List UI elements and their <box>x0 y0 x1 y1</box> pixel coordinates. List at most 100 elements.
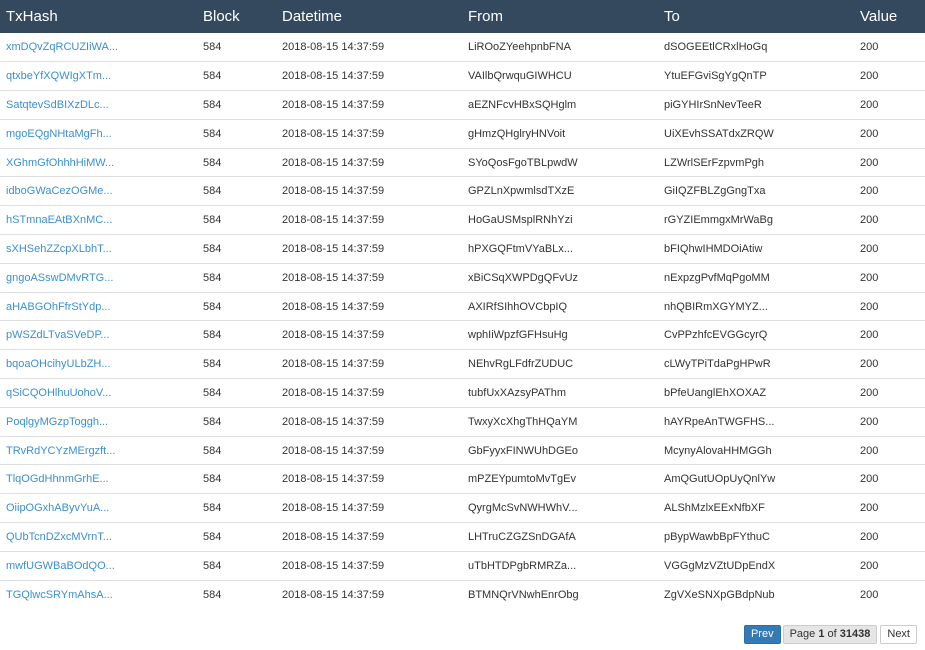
txhash-cell: hSTmnaEAtBXnMC... <box>0 205 197 236</box>
datetime-cell: 2018-08-15 14:37:59 <box>276 464 462 495</box>
from-cell: LHTruCZGZSnDGAfA <box>462 522 658 552</box>
txhash-cell: PoqlgyMGzpToggh... <box>0 407 197 437</box>
from-cell: BTMNQrVNwhEnrObg <box>468 588 579 601</box>
to-cell: VGGgMzVZtUDpEndX <box>658 551 854 581</box>
value-cell: 200 <box>854 436 925 466</box>
txhash-link[interactable]: idboGWaCezOGMe... <box>6 185 113 197</box>
txhash-cell: TGQlwcSRYmAhsA... <box>0 580 197 609</box>
block-cell: 584 <box>197 119 276 149</box>
txhash-cell: TRvRdYCYzMErgzft... <box>0 436 197 466</box>
value-cell: 200 <box>854 378 925 408</box>
from-cell: QyrgMcSvNWHWhV... <box>462 493 658 524</box>
txhash-link[interactable]: PoqlgyMGzpToggh... <box>6 416 108 428</box>
from-cell: AXIRfSIhhOVCbpIQ <box>462 292 658 322</box>
txhash-link[interactable]: OiipOGxhAByvYuA... <box>6 502 109 514</box>
from-cell: TwxyXcXhgThHQaYM <box>462 407 658 437</box>
column-header-from: From <box>468 8 503 25</box>
to-cell: LZWrlSErFzpvmPgh <box>658 148 854 178</box>
table-row: QUbTcnDZxcMVrnT... 584 2018-08-15 14:37:59… <box>0 522 925 552</box>
page-word: Page <box>789 628 816 640</box>
table-row: TGQlwcSRYmAhsA... 584 2018-08-15 14:37:59 B… <box>0 580 925 609</box>
datetime-cell: 2018-08-15 14:37:59 <box>276 61 462 92</box>
from-cell: NEhvRgLFdfrZUDUC <box>462 349 658 380</box>
column-header-value: Value <box>860 8 898 25</box>
txhash-cell: qSiCQOHlhuUohoV... <box>0 378 197 408</box>
datetime-cell: 2018-08-15 14:37:59 <box>276 320 462 351</box>
table-row: PoqlgyMGzpToggh... 584 2018-08-15 14:37:59… <box>0 407 925 437</box>
txhash-link[interactable]: mwfUGWBaBOdQO... <box>6 560 115 572</box>
from-cell: aEZNFcvHBxSQHglm <box>462 90 658 120</box>
value-cell: 200 <box>854 119 925 149</box>
table-row: bqoaOHcihyULbZH... 584 2018-08-15 14:37:59… <box>0 349 925 380</box>
column-header-to: To <box>664 8 680 25</box>
txhash-link[interactable]: pWSZdLTvaSVeDP... <box>6 329 110 341</box>
table-row: hSTmnaEAtBXnMC... 584 2018-08-15 14:37:59 H… <box>0 205 925 236</box>
txhash-link[interactable]: qtxbeYfXQWIgXTm... <box>6 70 111 82</box>
table-row: OiipOGxhAByvYuA... 584 2018-08-15 14:37:59… <box>0 493 925 524</box>
txhash-cell: QUbTcnDZxcMVrnT... <box>0 522 197 552</box>
txhash-link[interactable]: XGhmGfOhhhHiMW... <box>6 157 114 169</box>
txhash-link[interactable]: sXHSehZZcpXLbhT... <box>6 243 112 255</box>
datetime-cell: 2018-08-15 14:37:59 <box>276 378 462 408</box>
to-cell: hAYRpeAnTWGFHS... <box>658 407 854 437</box>
datetime-cell: 2018-08-15 14:37:59 <box>276 292 462 322</box>
to-cell: piGYHIrSnNevTeeR <box>658 90 854 120</box>
prev-button[interactable]: Prev <box>743 625 781 644</box>
to-cell: ALShMzlxEExNfbXF <box>658 493 854 524</box>
txhash-cell: OiipOGxhAByvYuA... <box>0 493 197 524</box>
value-cell: 200 <box>854 90 925 120</box>
datetime-cell: 2018-08-15 14:37:59 <box>282 588 385 601</box>
txhash-cell: idboGWaCezOGMe... <box>0 176 197 207</box>
txhash-link[interactable]: QUbTcnDZxcMVrnT... <box>6 531 112 543</box>
from-cell: hPXGQFtmVYaBLx... <box>462 234 658 264</box>
to-cell: pBypWawbBpFYthuC <box>658 522 854 552</box>
table-row: xmDQvZqRCUZIiWA... 584 2018-08-15 14:37:59… <box>0 33 925 63</box>
txhash-cell: xmDQvZqRCUZIiWA... <box>0 33 197 63</box>
column-header-txhash: TxHash <box>6 8 58 25</box>
block-cell: 584 <box>197 436 276 466</box>
total-pages: 31438 <box>839 628 871 640</box>
block-cell: 584 <box>197 176 276 207</box>
datetime-cell: 2018-08-15 14:37:59 <box>276 407 462 437</box>
to-cell: rGYZIEmmgxMrWaBg <box>658 205 854 236</box>
txhash-cell: bqoaOHcihyULbZH... <box>0 349 197 380</box>
txhash-link[interactable]: qSiCQOHlhuUohoV... <box>6 387 111 399</box>
value-cell: 200 <box>854 407 925 437</box>
current-page: 1 <box>818 628 825 640</box>
table-row: mgoEQgNHtaMgFh... 584 2018-08-15 14:37:59 g… <box>0 119 925 149</box>
txhash-link[interactable]: hSTmnaEAtBXnMC... <box>6 214 112 226</box>
to-cell: cLWyTPiTdaPgHPwR <box>658 349 854 380</box>
value-cell: 200 <box>854 148 925 178</box>
txhash-cell: qtxbeYfXQWIgXTm... <box>0 61 197 92</box>
table-row: qSiCQOHlhuUohoV... 584 2018-08-15 14:37:59… <box>0 378 925 408</box>
value-cell: 200 <box>860 588 879 601</box>
from-cell: mPZEYpumtoMvTgEv <box>462 464 658 495</box>
txhash-link[interactable]: xmDQvZqRCUZIiWA... <box>6 41 118 53</box>
txhash-link[interactable]: bqoaOHcihyULbZH... <box>6 358 111 370</box>
table-row: TRvRdYCYzMErgzft... 584 2018-08-15 14:37:5… <box>0 436 925 466</box>
next-button[interactable]: Next <box>880 625 917 644</box>
from-cell: xBiCSqXWPDgQFvUz <box>462 263 658 293</box>
txhash-link[interactable]: TGQlwcSRYmAhsA... <box>6 589 113 601</box>
table-row: SatqtevSdBIXzDLc... 584 2018-08-15 14:37:5… <box>0 90 925 120</box>
block-cell: 584 <box>197 33 276 63</box>
from-cell: VAIlbQrwquGIWHCU <box>462 61 658 92</box>
block-cell: 584 <box>203 588 222 601</box>
from-cell: GPZLnXpwmlsdTXzE <box>462 176 658 207</box>
txhash-link[interactable]: TRvRdYCYzMErgzft... <box>6 445 115 457</box>
value-cell: 200 <box>854 176 925 207</box>
txhash-link[interactable]: TlqOGdHhnmGrhE... <box>6 473 109 485</box>
txhash-link[interactable]: aHABGOhFfrStYdp... <box>6 301 111 313</box>
txhash-link[interactable]: SatqtevSdBIXzDLc... <box>6 99 109 111</box>
block-cell: 584 <box>197 522 276 552</box>
block-cell: 584 <box>197 493 276 524</box>
txhash-link[interactable]: gngoASswDMvRTG... <box>6 272 113 284</box>
txhash-link[interactable]: mgoEQgNHtaMgFh... <box>6 128 112 140</box>
block-cell: 584 <box>197 234 276 264</box>
datetime-cell: 2018-08-15 14:37:59 <box>276 263 462 293</box>
txhash-cell: mgoEQgNHtaMgFh... <box>0 119 197 149</box>
to-cell: UiXEvhSSATdxZRQW <box>658 119 854 149</box>
datetime-cell: 2018-08-15 14:37:59 <box>276 119 462 149</box>
from-cell: uTbHTDPgbRMRZa... <box>462 551 658 581</box>
value-cell: 200 <box>854 292 925 322</box>
